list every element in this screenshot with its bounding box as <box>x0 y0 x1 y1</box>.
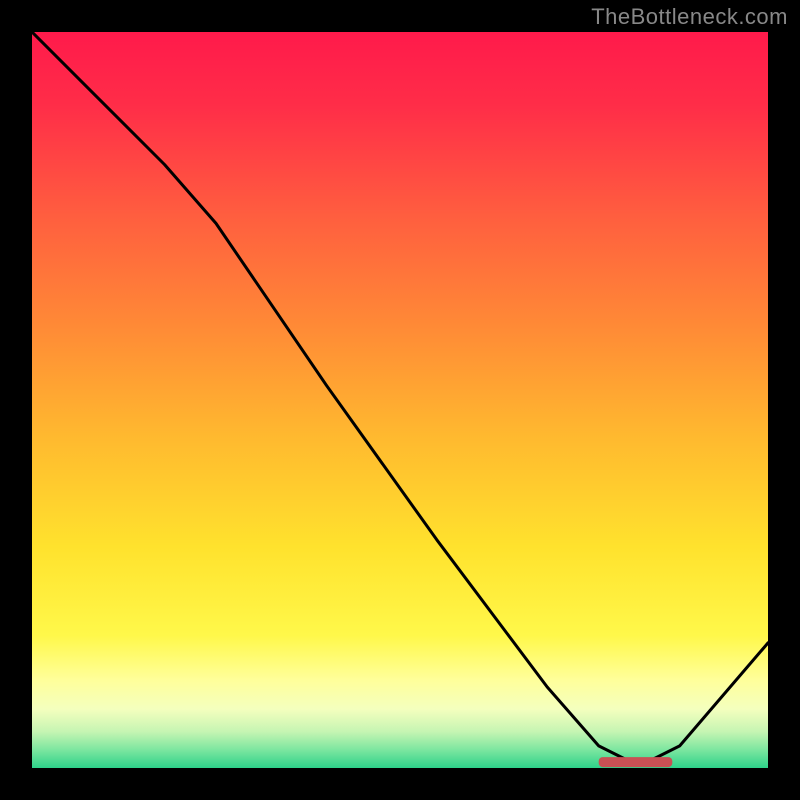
chart-svg <box>32 32 768 768</box>
attribution-label: TheBottleneck.com <box>591 4 788 30</box>
chart-frame: TheBottleneck.com <box>0 0 800 800</box>
optimal-marker <box>599 757 673 767</box>
plot-area <box>32 32 768 768</box>
